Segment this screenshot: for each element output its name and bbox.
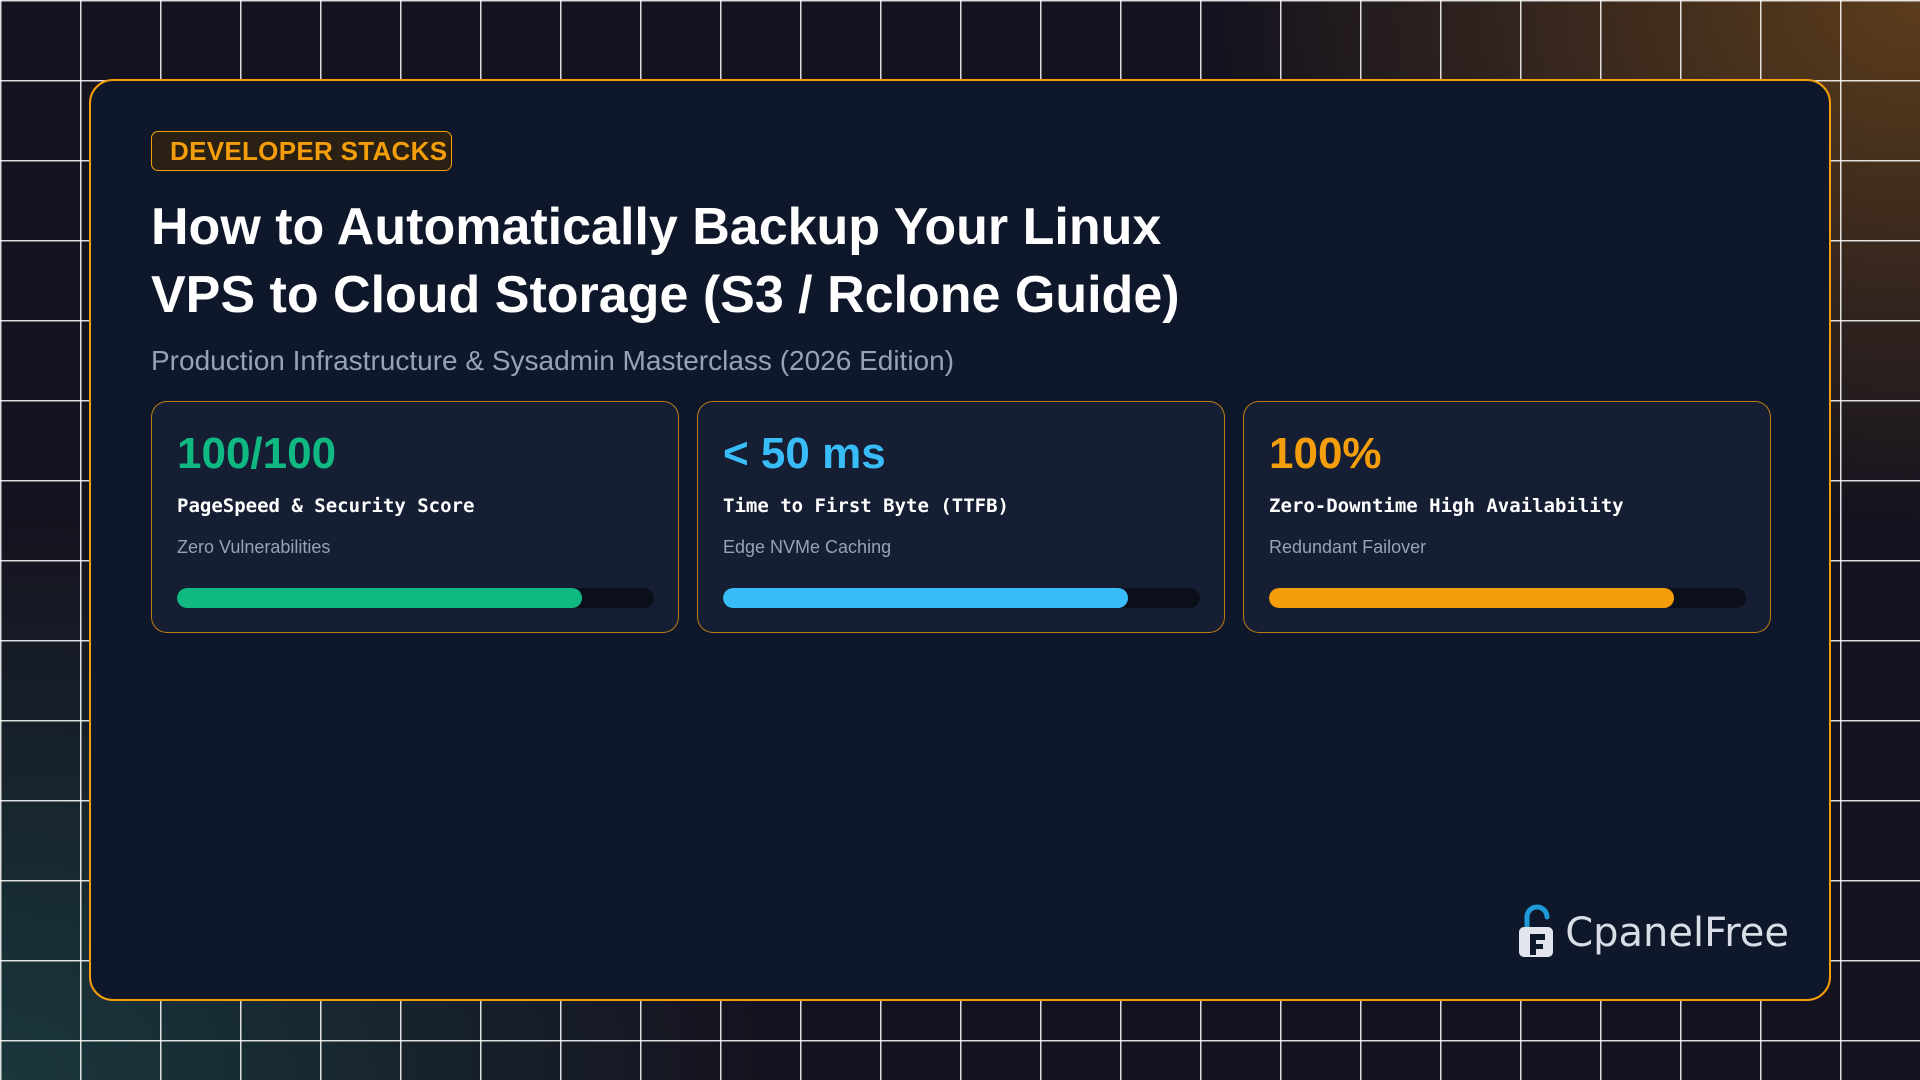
stats-row: 100/100 PageSpeed & Security Score Zero … xyxy=(151,401,1771,633)
stat-value: 100/100 xyxy=(177,429,337,478)
stat-progress-fill xyxy=(723,588,1129,608)
brand-name: CpanelFree xyxy=(1565,910,1789,956)
page-subtitle: Production Infrastructure & Sysadmin Mas… xyxy=(151,345,955,376)
stat-sublabel: Zero Vulnerabilities xyxy=(177,537,331,557)
stat-progress-track xyxy=(1269,588,1746,608)
stat-card-pagespeed: 100/100 PageSpeed & Security Score Zero … xyxy=(151,401,679,633)
padlock-logo-icon xyxy=(1519,904,1554,957)
page-title-line-2: VPS to Cloud Storage (S3 / Rclone Guide) xyxy=(151,266,1180,324)
stat-label: PageSpeed & Security Score xyxy=(177,495,475,517)
category-badge[interactable]: DEVELOPER STACKS xyxy=(151,131,453,171)
brand-logo[interactable]: CpanelFree xyxy=(1515,903,1789,963)
stat-progress-track xyxy=(723,588,1200,608)
stat-sublabel: Edge NVMe Caching xyxy=(723,537,892,557)
stat-progress-track xyxy=(177,588,654,608)
stat-value: < 50 ms xyxy=(723,429,886,478)
hero-card: DEVELOPER STACKS How to Automatically Ba… xyxy=(89,79,1831,1001)
stat-value: 100% xyxy=(1269,429,1382,478)
stat-label: Time to First Byte (TTFB) xyxy=(723,495,1009,517)
stat-card-ttfb: < 50 ms Time to First Byte (TTFB) Edge N… xyxy=(697,401,1225,633)
page-title-line-1: How to Automatically Backup Your Linux xyxy=(151,198,1162,256)
stat-card-availability: 100% Zero-Downtime High Availability Red… xyxy=(1243,401,1771,633)
stat-progress-fill xyxy=(1269,588,1675,608)
page-title: How to Automatically Backup Your Linux V… xyxy=(151,193,1351,329)
stat-sublabel: Redundant Failover xyxy=(1269,537,1427,557)
stat-progress-fill xyxy=(177,588,583,608)
stat-label: Zero-Downtime High Availability xyxy=(1269,495,1624,517)
